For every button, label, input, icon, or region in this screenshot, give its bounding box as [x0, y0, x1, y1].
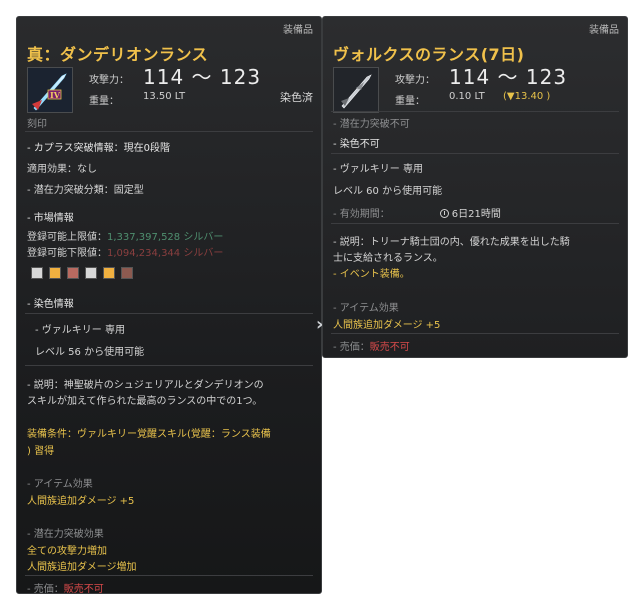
dye-swatch — [103, 267, 115, 279]
equip-condition-line-2: ) 習得 — [27, 446, 55, 457]
sell-price-value: 販売不可 — [369, 342, 410, 353]
weight-label: 重量： — [89, 96, 119, 107]
dye-swatches — [31, 267, 133, 279]
item-effect-1: 人間族追加ダメージ +5 — [333, 320, 441, 331]
potential-status: - 潜在力突破不可 — [333, 119, 410, 130]
sell-price-label: - 売価： — [333, 342, 370, 353]
market-lower: 登録可能下限値：1,094,234,344 シルバー — [27, 244, 223, 259]
svg-text:IV: IV — [50, 90, 61, 100]
dye-swatch — [49, 267, 61, 279]
potential-effect-1: 全ての攻撃力増加 — [27, 546, 107, 557]
market-upper: 登録可能上限値：1,337,397,528 シルバー — [27, 228, 223, 243]
attack-value: 114 ～ 123 — [143, 65, 262, 89]
dye-swatch — [121, 267, 133, 279]
compare-arrow-icon: › — [316, 314, 324, 335]
dye-swatch — [67, 267, 79, 279]
item-tooltip-right: 装備品 ヴォルクスのランス(7日) 攻撃力： 114 ～ 123 重量： 0.1… — [322, 16, 628, 358]
applied-effect: 適用効果：なし — [27, 164, 97, 175]
dye-swatch — [31, 267, 43, 279]
description-line-1: - 説明：トリーナ騎士団の内、優れた成果を出した騎 — [333, 237, 570, 248]
potential-effect-title: - 潜在力突破効果 — [27, 529, 104, 540]
description-line-1: - 説明：神聖破片のシュジェリアルとダンデリオンの — [27, 380, 264, 391]
dye-status: - 染色不可 — [333, 139, 380, 150]
sell-price-value: 販売不可 — [63, 584, 104, 594]
divider — [25, 365, 313, 366]
weight-value: 13.50 LT — [143, 91, 186, 102]
level-requirement: レベル 56 から使用可能 — [35, 347, 145, 358]
description-line-2: 士に支給されるランス。 — [333, 253, 443, 264]
dye-info-title: - 染色情報 — [27, 299, 74, 310]
class-restriction: - ヴァルキリー 専用 — [333, 164, 423, 175]
validity-period: - 有効期間： 6日21時間 — [333, 205, 501, 220]
clock-icon — [439, 209, 449, 218]
item-effect-title: - アイテム効果 — [27, 479, 93, 490]
attack-value: 114 ～ 123 — [449, 65, 568, 89]
sell-price: - 売価：販売不可 — [27, 580, 104, 594]
item-tooltip-left: 装備品 真：ダンデリオンランス IV 攻撃力： 114 ～ 123 重量： 13… — [16, 16, 322, 594]
market-title: - 市場情報 — [27, 213, 74, 224]
sell-price: - 売価：販売不可 — [333, 338, 410, 353]
divider — [331, 153, 619, 154]
market-lower-label: 登録可能下限値： — [27, 248, 107, 259]
item-effect-title: - アイテム効果 — [333, 303, 399, 314]
attack-label: 攻撃力： — [395, 75, 435, 86]
divider — [331, 111, 619, 112]
potential-type: - 潜在力突破分類：固定型 — [27, 185, 144, 196]
potential-effect-2: 人間族追加ダメージ増加 — [27, 562, 137, 573]
lance-icon: IV — [27, 67, 73, 113]
divider — [331, 223, 619, 224]
market-upper-label: 登録可能上限値： — [27, 232, 107, 243]
caphras-info: - カプラス突破情報：現在0段階 — [27, 143, 170, 154]
weight-label: 重量： — [395, 96, 425, 107]
attack-label: 攻撃力： — [89, 75, 129, 86]
lance-icon — [333, 67, 379, 113]
level-requirement: レベル 60 から使用可能 — [333, 186, 443, 197]
divider — [25, 313, 313, 314]
item-category: 装備品 — [283, 25, 313, 36]
equip-condition-line-1: 装備条件：ヴァルキリー覚醒スキル(覚醒：ランス装備 — [27, 429, 271, 440]
validity-label: - 有効期間： — [333, 209, 390, 220]
event-equipment: - イベント装備。 — [333, 269, 410, 280]
weight-value: 0.10 LT — [449, 91, 485, 102]
description-line-2: スキルが加えて作られた最高のランスの中での1つ。 — [27, 396, 263, 407]
class-restriction: - ヴァルキリー 専用 — [35, 325, 125, 336]
divider — [331, 333, 619, 334]
divider — [25, 131, 313, 132]
weight-diff: (▼13.40 ) — [503, 91, 551, 102]
validity-value: 6日21時間 — [451, 209, 501, 220]
divider — [25, 575, 313, 576]
market-upper-value: 1,337,397,528 シルバー — [107, 232, 224, 243]
item-category: 装備品 — [589, 25, 619, 36]
dye-swatch — [85, 267, 97, 279]
sell-price-label: - 売価： — [27, 584, 64, 594]
engraving-label: 刻印 — [27, 119, 47, 130]
item-effect-1: 人間族追加ダメージ +5 — [27, 496, 135, 507]
market-lower-value: 1,094,234,344 シルバー — [107, 248, 224, 259]
dye-status: 染色済 — [280, 91, 313, 104]
